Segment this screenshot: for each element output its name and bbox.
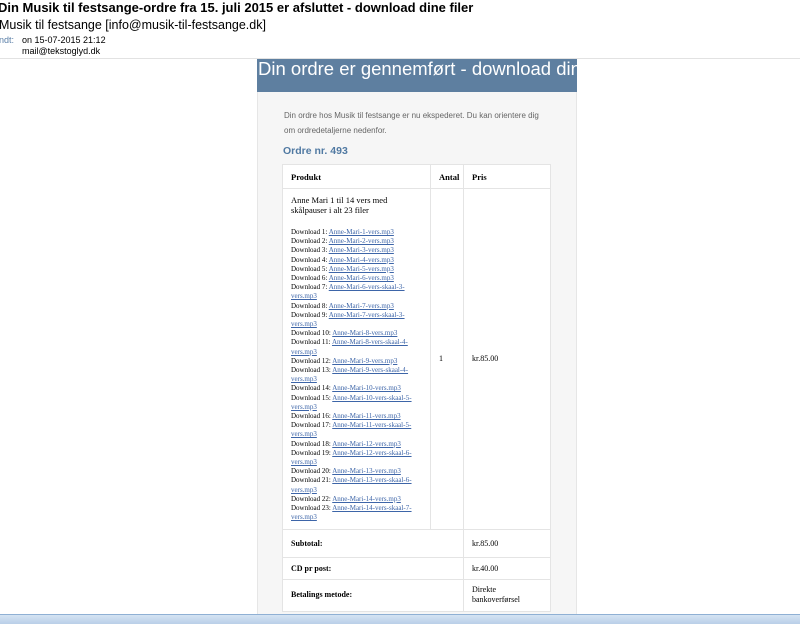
download-link[interactable]: Anne-Mari-8-vers.mp3 [332,329,397,337]
download-label: Download 5: [291,264,328,273]
product-name: Anne Mari 1 til 14 vers med skålpauser i… [291,195,388,215]
download-label: Download 9: [291,310,328,319]
download-item: Download 21: Anne-Mari-13-vers-skaal-6-v… [291,476,422,494]
download-label: Download 23: [291,504,331,513]
download-label: Download 14: [291,384,331,393]
table-header-row: Produkt Antal Pris [282,164,551,189]
sent-label: endt: [0,35,15,45]
table-row: Anne Mari 1 til 14 vers med skålpauser i… [282,188,551,530]
subtotal-value: kr.85.00 [463,528,551,558]
download-label: Download 15: [291,393,331,402]
download-link[interactable]: Anne-Mari-2-vers.mp3 [329,237,394,245]
order-banner: Din ordre er gennemført - download dine … [257,59,577,92]
download-label: Download 19: [291,448,331,457]
download-link[interactable]: Anne-Mari-14-vers.mp3 [332,495,401,503]
download-label: Download 13: [291,366,331,375]
download-link[interactable]: Anne-Mari-9-vers.mp3 [332,357,397,365]
download-item: Download 17: Anne-Mari-11-vers-skaal-5-v… [291,421,422,439]
download-label: Download 6: [291,274,328,283]
shipping-label: CD pr post: [282,556,464,580]
header-qty: Antal [430,164,464,189]
order-number-heading: Ordre nr. 493 [283,145,348,157]
download-label: Download 4: [291,255,328,264]
download-label: Download 20: [291,467,331,476]
download-label: Download 21: [291,476,331,485]
download-item: Download 16: Anne-Mari-11-vers.mp3 [291,412,422,421]
download-item: Download 11: Anne-Mari-8-vers-skaal-4-ve… [291,338,422,356]
download-link[interactable]: Anne-Mari-13-vers.mp3 [332,467,401,475]
qty-cell: 1 [430,188,464,530]
download-item: Download 12: Anne-Mari-9-vers.mp3 [291,357,422,366]
subtotal-row: Subtotal: kr.85.00 [282,528,551,558]
download-item: Download 8: Anne-Mari-7-vers.mp3 [291,302,422,311]
to-value[interactable]: mail@tekstoglyd.dk [22,46,100,56]
download-link[interactable]: Anne-Mari-11-vers.mp3 [332,412,400,420]
download-item: Download 15: Anne-Mari-10-vers-skaal-5-v… [291,394,422,412]
download-item: Download 10: Anne-Mari-8-vers.mp3 [291,329,422,338]
download-label: Download 17: [291,421,331,430]
download-label: Download 16: [291,412,331,421]
product-cell: Anne Mari 1 til 14 vers med skålpauser i… [282,188,431,530]
download-label: Download 3: [291,246,328,255]
download-item: Download 14: Anne-Mari-10-vers.mp3 [291,384,422,393]
shipping-value: kr.40.00 [463,556,551,580]
download-link[interactable]: Anne-Mari-7-vers.mp3 [329,302,394,310]
price-cell: kr.85.00 [463,188,551,530]
header-price: Pris [463,164,551,189]
download-label: Download 11: [291,338,331,347]
download-label: Download 10: [291,329,331,338]
download-item: Download 1: Anne-Mari-1-vers.mp3 [291,228,422,237]
sent-value: on 15-07-2015 21:12 [22,35,106,45]
download-list: Download 1: Anne-Mari-1-vers.mp3 Download… [291,228,422,523]
download-item: Download 19: Anne-Mari-12-vers-skaal-6-v… [291,449,422,467]
download-item: Download 18: Anne-Mari-12-vers.mp3 [291,440,422,449]
download-label: Download 8: [291,301,328,310]
download-item: Download 9: Anne-Mari-7-vers-skaal-3-ver… [291,311,422,329]
download-item: Download 6: Anne-Mari-6-vers.mp3 [291,274,422,283]
payment-row: Betalings metode: Direkte bankoverførsel [282,578,551,612]
download-label: Download 18: [291,439,331,448]
download-label: Download 2: [291,237,328,246]
download-item: Download 3: Anne-Mari-3-vers.mp3 [291,246,422,255]
download-item: Download 4: Anne-Mari-4-vers.mp3 [291,256,422,265]
download-label: Download 12: [291,356,331,365]
email-sender[interactable]: Musik til festsange [info@musik-til-fest… [0,18,266,32]
email-header: Din Musik til festsange-ordre fra 15. ju… [0,0,800,60]
download-item: Download 7: Anne-Mari-6-vers-skaal-3-ver… [291,283,422,301]
download-label: Download 22: [291,494,331,503]
download-link[interactable]: Anne-Mari-10-vers.mp3 [332,384,401,392]
header-product: Produkt [282,164,431,189]
download-item: Download 2: Anne-Mari-2-vers.mp3 [291,237,422,246]
email-subject: Din Musik til festsange-ordre fra 15. ju… [0,0,474,15]
download-item: Download 13: Anne-Mari-9-vers-skaal-4-ve… [291,366,422,384]
shipping-row: CD pr post: kr.40.00 [282,556,551,580]
payment-value: Direkte bankoverførsel [463,578,551,612]
download-link[interactable]: Anne-Mari-12-vers.mp3 [332,440,401,448]
download-link[interactable]: Anne-Mari-5-vers.mp3 [329,265,394,273]
download-item: Download 23: Anne-Mari-14-vers-skaal-7-v… [291,504,422,522]
intro-text: Din ordre hos Musik til festsange er nu … [284,111,539,135]
download-link[interactable]: Anne-Mari-1-vers.mp3 [329,228,394,236]
download-item: Download 22: Anne-Mari-14-vers.mp3 [291,495,422,504]
order-table: Produkt Antal Pris Anne Mari 1 til 14 ve… [282,164,551,612]
download-link[interactable]: Anne-Mari-4-vers.mp3 [329,256,394,264]
subtotal-label: Subtotal: [282,528,464,558]
download-link[interactable]: Anne-Mari-6-vers.mp3 [329,274,394,282]
download-item: Download 5: Anne-Mari-5-vers.mp3 [291,265,422,274]
payment-label: Betalings metode: [282,578,464,612]
download-link[interactable]: Anne-Mari-3-vers.mp3 [329,246,394,254]
download-label: Download 1: [291,228,328,236]
download-item: Download 20: Anne-Mari-13-vers.mp3 [291,467,422,476]
download-label: Download 7: [291,283,328,292]
